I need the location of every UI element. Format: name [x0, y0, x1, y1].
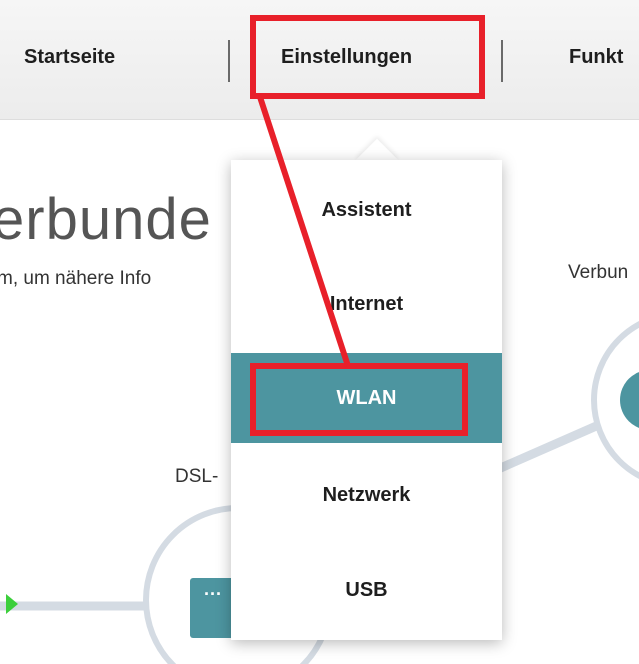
menu-item-assistent[interactable]: Assistent — [231, 165, 502, 255]
highlight-box-einstellungen — [250, 15, 485, 99]
status-arrow-icon — [6, 594, 18, 614]
menu-item-netzwerk[interactable]: Netzwerk — [231, 450, 502, 540]
menu-item-internet[interactable]: Internet — [231, 259, 502, 349]
highlight-box-wlan — [250, 363, 468, 436]
router-icon-dots: ··· — [204, 584, 222, 604]
menu-item-usb[interactable]: USB — [231, 545, 502, 635]
connection-line — [494, 415, 612, 475]
